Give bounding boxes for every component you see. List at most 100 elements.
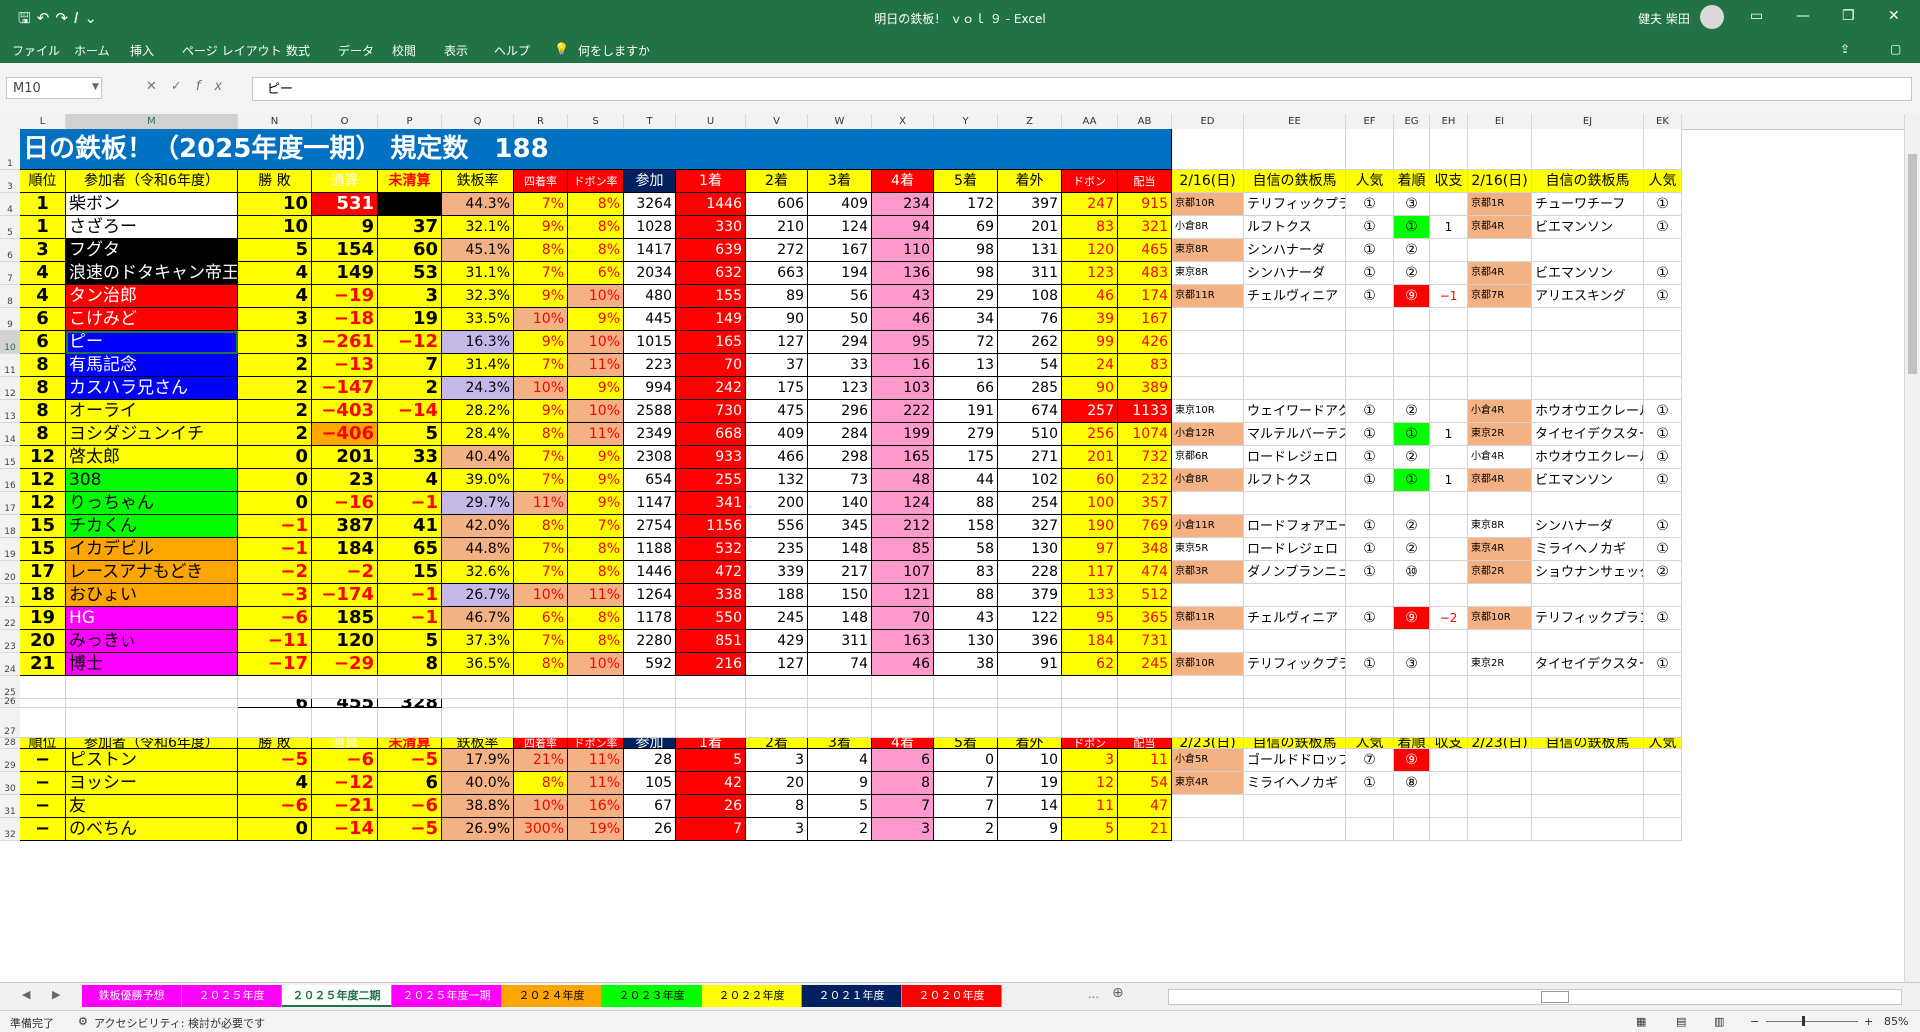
column-label[interactable]: 配当 xyxy=(1118,170,1172,193)
cell[interactable]: 7% xyxy=(514,446,568,469)
tab-prev-icon[interactable]: ◀ xyxy=(22,988,30,1001)
cell[interactable]: 201 xyxy=(312,446,378,469)
cell[interactable] xyxy=(1430,262,1468,285)
column-header[interactable]: R xyxy=(514,114,568,129)
formula-input[interactable]: ピー xyxy=(252,77,1912,101)
cell[interactable]: 7% xyxy=(514,538,568,561)
rank-cell[interactable]: 6 xyxy=(20,331,66,354)
cell[interactable]: 9% xyxy=(514,400,568,423)
rank-cell[interactable]: 20 xyxy=(20,630,66,653)
cell[interactable] xyxy=(1244,584,1346,607)
cell[interactable]: 257 xyxy=(1062,400,1118,423)
cell[interactable]: −12 xyxy=(378,331,442,354)
cell[interactable]: 7 xyxy=(676,818,746,841)
cell[interactable]: 44.8% xyxy=(442,538,514,561)
cell[interactable]: 54 xyxy=(1118,772,1172,795)
column-header[interactable]: S xyxy=(568,114,624,129)
cell[interactable]: ルフトクス xyxy=(1244,216,1346,239)
cell[interactable] xyxy=(1468,708,1532,738)
cell[interactable] xyxy=(1394,818,1430,841)
add-sheet-icon[interactable]: ⊕ xyxy=(1112,985,1124,1001)
cell[interactable]: 33 xyxy=(378,446,442,469)
row-header[interactable]: 23 xyxy=(0,630,20,653)
cell[interactable]: ① xyxy=(1346,285,1394,308)
cell[interactable]: 京都6R xyxy=(1172,446,1244,469)
cell[interactable]: 37 xyxy=(378,216,442,239)
minimize-icon[interactable]: — xyxy=(1796,8,1810,24)
cell[interactable]: 65 xyxy=(378,538,442,561)
column-label[interactable]: 参加 xyxy=(624,170,676,193)
row-header[interactable]: 30 xyxy=(0,772,20,795)
cell[interactable] xyxy=(1644,354,1682,377)
cell[interactable]: 73 xyxy=(808,469,872,492)
cell[interactable]: テリフィックプラン xyxy=(1244,653,1346,676)
tab-view[interactable]: 表示 xyxy=(444,42,468,59)
cell[interactable]: 88 xyxy=(934,492,998,515)
cell[interactable] xyxy=(1244,676,1346,699)
vertical-scrollbar[interactable] xyxy=(1904,114,1920,982)
cell[interactable] xyxy=(1468,331,1532,354)
cell[interactable] xyxy=(1394,676,1430,699)
cell[interactable]: 409 xyxy=(808,193,872,216)
cell[interactable]: 127 xyxy=(746,653,808,676)
cell[interactable]: 5 xyxy=(378,630,442,653)
cell[interactable] xyxy=(312,708,378,738)
row-header[interactable]: 29 xyxy=(0,749,20,772)
cell[interactable]: 19 xyxy=(378,308,442,331)
cell[interactable]: 85 xyxy=(872,538,934,561)
cell[interactable] xyxy=(1644,129,1682,170)
cell[interactable] xyxy=(1172,630,1244,653)
cell[interactable]: 33.5% xyxy=(442,308,514,331)
column-header[interactable]: AB xyxy=(1118,114,1172,129)
cell[interactable]: −11 xyxy=(238,630,312,653)
cell[interactable]: 1015 xyxy=(624,331,676,354)
cell[interactable] xyxy=(442,708,514,738)
participant-name[interactable]: さざろー xyxy=(66,216,238,239)
cell[interactable]: 10% xyxy=(514,584,568,607)
cell[interactable]: 46.7% xyxy=(442,607,514,630)
cell[interactable] xyxy=(1430,308,1468,331)
cell[interactable]: 90 xyxy=(746,308,808,331)
cell[interactable]: 4 xyxy=(238,262,312,285)
cell[interactable]: 3 xyxy=(1062,749,1118,772)
row-header[interactable]: 18 xyxy=(0,515,20,538)
cell[interactable]: 216 xyxy=(676,653,746,676)
cell[interactable] xyxy=(808,699,872,708)
cell[interactable]: ホウオウエクレール xyxy=(1532,400,1644,423)
cell[interactable]: 6 xyxy=(872,749,934,772)
cell[interactable]: 37.3% xyxy=(442,630,514,653)
cell[interactable] xyxy=(1346,708,1394,738)
cell[interactable]: −1 xyxy=(378,584,442,607)
column-label[interactable]: 配当 xyxy=(1118,738,1172,749)
cell[interactable]: 117 xyxy=(1062,561,1118,584)
enter-icon[interactable]: ✓ xyxy=(171,79,196,94)
cell[interactable]: 京都10R xyxy=(1172,653,1244,676)
cell[interactable]: 262 xyxy=(998,331,1062,354)
cell[interactable]: 72 xyxy=(934,331,998,354)
cell[interactable]: 2308 xyxy=(624,446,676,469)
cell[interactable]: −12 xyxy=(312,772,378,795)
cell[interactable]: 50 xyxy=(808,308,872,331)
user-name[interactable]: 健夫 柴田 xyxy=(1638,10,1690,27)
cell[interactable] xyxy=(514,699,568,708)
column-header[interactable]: V xyxy=(746,114,808,129)
cell[interactable]: 531 xyxy=(312,193,378,216)
cell[interactable] xyxy=(1172,584,1244,607)
cell[interactable]: 175 xyxy=(746,377,808,400)
cell[interactable] xyxy=(1430,708,1468,738)
cell[interactable]: 16% xyxy=(568,795,624,818)
cell[interactable]: ルフトクス xyxy=(1244,469,1346,492)
cell[interactable]: −14 xyxy=(378,400,442,423)
cell[interactable]: 43 xyxy=(872,285,934,308)
cell[interactable]: 4 xyxy=(238,285,312,308)
cell[interactable]: 東京5R xyxy=(1172,538,1244,561)
cell[interactable]: 2 xyxy=(378,377,442,400)
cell[interactable]: 70 xyxy=(676,354,746,377)
cell[interactable]: 8% xyxy=(514,653,568,676)
rank-cell[interactable]: 1 xyxy=(20,193,66,216)
cell[interactable] xyxy=(568,699,624,708)
column-label[interactable]: 2着 xyxy=(746,170,808,193)
cell[interactable]: 小倉8R xyxy=(1172,469,1244,492)
cell[interactable] xyxy=(1394,308,1430,331)
participant-name[interactable]: チカくん xyxy=(66,515,238,538)
